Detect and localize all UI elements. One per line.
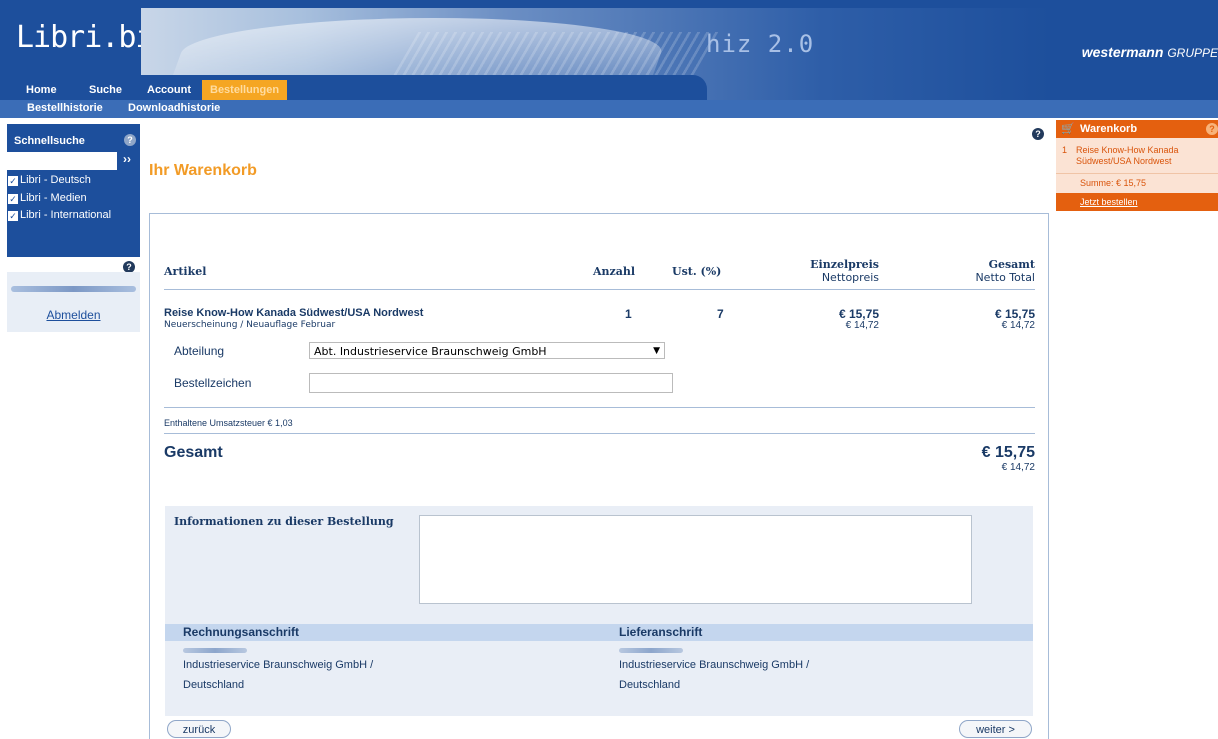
department-select[interactable]: Abt. Industrieservice Braunschweig GmbH ▼ [309,342,665,359]
order-now-button[interactable]: Jetzt bestellen [1056,193,1218,211]
help-icon[interactable]: ? [124,134,136,146]
tab-bestellungen[interactable]: Bestellungen [202,80,288,100]
checkbox-libri-medien[interactable]: ✓ Libri - Medien [8,192,87,204]
cart-icon: 🛒 [1061,123,1075,135]
order-ref-input[interactable] [309,373,673,393]
cart-widget: 🛒 Warenkorb ? 1 Reise Know-How Kanada Sü… [1056,120,1218,211]
shipping-address-header: Lieferanschrift [619,625,703,639]
next-button[interactable]: weiter > [959,720,1032,738]
order-ref-label: Bestellzeichen [174,376,252,390]
col-einzelpreis-sub: Nettopreis [821,271,879,284]
divider [164,433,1035,434]
user-name-blurred [11,286,136,292]
item-total-price: € 15,75 [994,307,1035,321]
billing-name-blurred [183,648,247,653]
total-value: € 15,75 [981,444,1035,461]
item-vat: 7 [717,307,724,321]
tab-suche[interactable]: Suche [89,80,122,100]
user-box: Abmelden [7,272,140,332]
back-button[interactable]: zurück [167,720,231,738]
billing-line1: Industrieservice Braunschweig GmbH / [183,659,374,671]
tab-home[interactable]: Home [26,80,57,100]
banner-hiz-text: hiz 2.0 [706,30,815,58]
search-go-button[interactable]: ›› [123,152,131,166]
westermann-logo: westermann GRUPPE [1081,44,1218,60]
quicksearch-input[interactable] [7,152,117,170]
subtab-bestellhistorie[interactable]: Bestellhistorie [27,102,103,114]
divider [164,289,1035,290]
help-icon[interactable]: ? [1206,123,1218,135]
billing-line2: Deutschland [183,679,245,691]
col-gesamt: Gesamt [988,258,1035,271]
cart-item-qty: 1 [1062,145,1068,155]
item-unit-price: € 15,75 [838,307,879,321]
chevron-down-icon: ▼ [653,346,660,356]
col-anzahl: Anzahl [593,265,636,278]
quicksearch-panel: Schnellsuche ? ›› ✓ Libri - Deutsch ✓ Libr… [7,124,140,257]
item-total-net: € 14,72 [1001,320,1035,331]
item-unit-net: € 14,72 [845,320,879,331]
checkbox-libri-deutsch[interactable]: ✓ Libri - Deutsch [8,174,91,186]
total-net: € 14,72 [1001,462,1035,473]
col-gesamt-sub: Netto Total [975,271,1035,284]
order-info-label: Informationen zu dieser Bestellung [174,515,394,528]
shipping-line1: Industrieservice Braunschweig GmbH / [619,659,810,671]
shipping-line2: Deutschland [619,679,681,691]
shipping-name-blurred [619,648,683,653]
item-subtitle: Neuerscheinung / Neuauflage Februar [164,320,336,330]
logout-link[interactable]: Abmelden [7,308,140,322]
header: Libri.biz hiz 2.0 westermann GRUPPE Home… [0,0,1218,100]
cart-item-title: Reise Know-How Kanada Südwest/USA Nordwe… [1076,145,1179,166]
cart-title: Warenkorb [1080,123,1138,135]
col-ust: Ust. (%) [672,265,722,278]
sub-navigation: Bestellhistorie Downloadhistorie [0,100,1218,118]
col-einzelpreis: Einzelpreis [810,258,879,271]
quicksearch-title: Schnellsuche [14,135,85,147]
help-icon[interactable]: ? [1032,128,1044,140]
subtab-downloadhistorie[interactable]: Downloadhistorie [128,102,220,114]
divider [164,407,1035,408]
checkbox-libri-international[interactable]: ✓ Libri - International [8,209,111,221]
total-label: Gesamt [164,444,223,461]
page-title: Ihr Warenkorb [149,162,257,179]
cart-header[interactable]: 🛒 Warenkorb ? [1056,120,1218,138]
vat-note: Enthaltene Umsatzsteuer € 1,03 [164,418,293,428]
tab-account[interactable]: Account [147,80,191,100]
item-title[interactable]: Reise Know-How Kanada Südwest/USA Nordwe… [164,307,423,319]
order-info-textarea[interactable] [419,515,972,604]
billing-address-header: Rechnungsanschrift [183,625,300,639]
item-quantity: 1 [625,307,632,321]
cart-sum: Summe: € 15,75 [1056,173,1218,193]
col-artikel: Artikel [164,265,207,278]
department-label: Abteilung [174,344,225,358]
